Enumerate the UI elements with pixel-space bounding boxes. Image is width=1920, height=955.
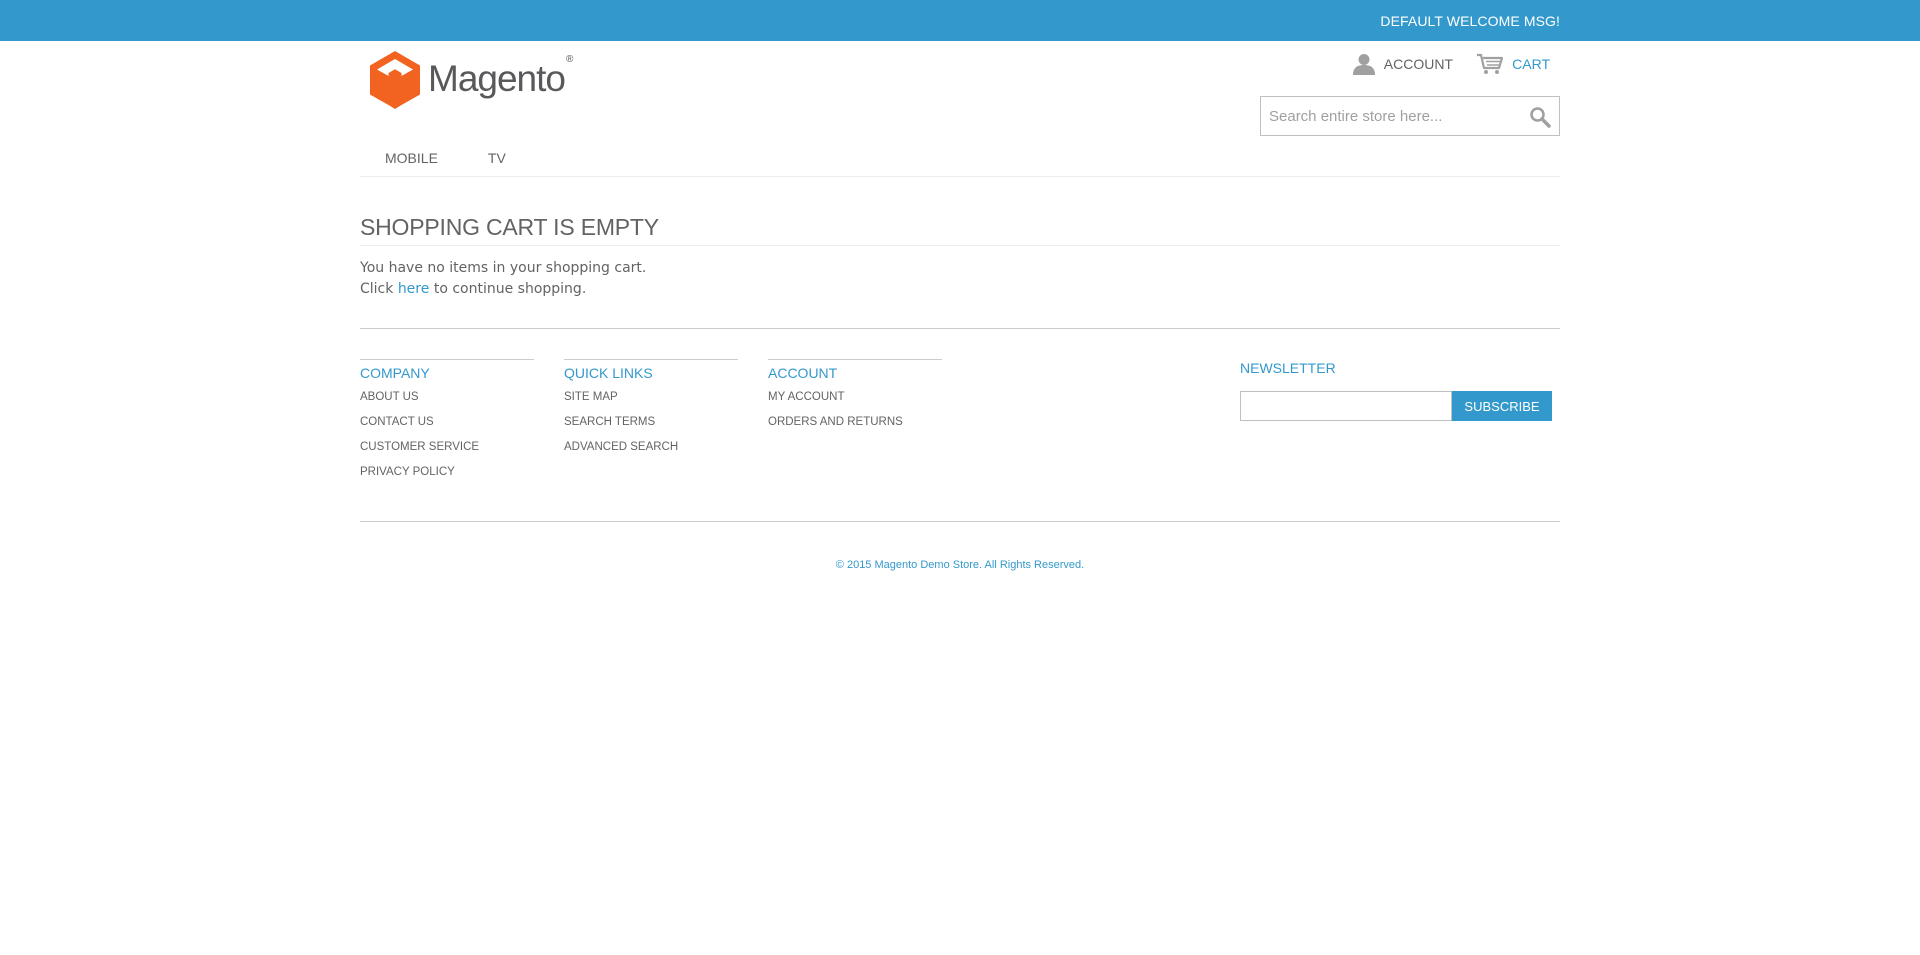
continue-shopping-link[interactable]: here <box>398 281 430 297</box>
footer-link-customer-service[interactable]: CUSTOMER SERVICE <box>360 441 479 453</box>
cart-empty-message: You have no items in your shopping cart.… <box>360 258 1560 300</box>
click-prefix: Click <box>360 281 394 297</box>
main-content: SHOPPING CART IS EMPTY You have no items… <box>360 176 1560 300</box>
logo-text: Magento <box>428 58 566 99</box>
search-button[interactable] <box>1529 106 1551 133</box>
newsletter-form: SUBSCRIBE <box>1240 391 1560 421</box>
footer-link-my-account[interactable]: MY ACCOUNT <box>768 391 844 403</box>
cart-label: CART <box>1512 56 1550 72</box>
footer-link-privacy-policy[interactable]: PRIVACY POLICY <box>360 466 455 478</box>
footer-col-title: QUICK LINKS <box>564 359 738 381</box>
newsletter-email-input[interactable] <box>1240 391 1452 421</box>
account-label: ACCOUNT <box>1383 56 1453 72</box>
footer-bottom: © 2015 Magento Demo Store. All Rights Re… <box>360 521 1560 573</box>
magnifier-icon <box>1530 107 1551 128</box>
footer-col-title: ACCOUNT <box>768 359 942 381</box>
search-input[interactable] <box>1261 97 1511 135</box>
click-suffix: to continue shopping. <box>433 281 587 297</box>
footer-link-orders-and-returns[interactable]: ORDERS AND RETURNS <box>768 416 903 428</box>
cart-icon <box>1477 53 1504 74</box>
copyright: © 2015 Magento Demo Store. All Rights Re… <box>835 559 1085 571</box>
footer-col-account: ACCOUNT MY ACCOUNT ORDERS AND RETURNS <box>768 359 942 441</box>
person-icon <box>1352 54 1375 75</box>
footer-link-search-terms[interactable]: SEARCH TERMS <box>564 416 655 428</box>
footer-col-company: COMPANY ABOUT US CONTACT US CUSTOMER SER… <box>360 359 534 491</box>
logo-link[interactable]: Magento® <box>370 51 573 109</box>
top-bar: DEFAULT WELCOME MSG! <box>0 0 1920 41</box>
footer: COMPANY ABOUT US CONTACT US CUSTOMER SER… <box>360 328 1560 521</box>
account-link[interactable]: ACCOUNT <box>1352 53 1453 75</box>
nav-item-tv[interactable]: TV <box>463 145 531 176</box>
footer-link-about-us[interactable]: ABOUT US <box>360 391 419 403</box>
continue-shopping-line: Click here to continue shopping. <box>360 279 1560 300</box>
nav-item-mobile[interactable]: MOBILE <box>360 145 463 176</box>
subscribe-button[interactable]: SUBSCRIBE <box>1452 391 1552 421</box>
footer-link-site-map[interactable]: SITE MAP <box>564 391 618 403</box>
footer-col-title: COMPANY <box>360 359 534 381</box>
empty-cart-text: You have no items in your shopping cart. <box>360 260 647 276</box>
page-title: SHOPPING CART IS EMPTY <box>360 176 1560 246</box>
footer-col-quick-links: QUICK LINKS SITE MAP SEARCH TERMS ADVANC… <box>564 359 738 466</box>
newsletter-block: NEWSLETTER SUBSCRIBE <box>1240 360 1560 421</box>
main-nav: MOBILE TV <box>360 145 1560 177</box>
footer-link-contact-us[interactable]: CONTACT US <box>360 416 434 428</box>
logo-registered-mark: ® <box>566 53 573 65</box>
search-box <box>1260 96 1560 136</box>
header: Magento® ACCOUNT CART Search entire stor… <box>360 41 1560 177</box>
welcome-message: DEFAULT WELCOME MSG! <box>1380 13 1560 29</box>
page-container: Magento® ACCOUNT CART Search entire stor… <box>360 41 1560 573</box>
newsletter-title: NEWSLETTER <box>1240 360 1336 376</box>
magento-logo-icon <box>370 51 420 109</box>
cart-link[interactable]: CART <box>1476 53 1550 75</box>
footer-link-advanced-search[interactable]: ADVANCED SEARCH <box>564 441 678 453</box>
